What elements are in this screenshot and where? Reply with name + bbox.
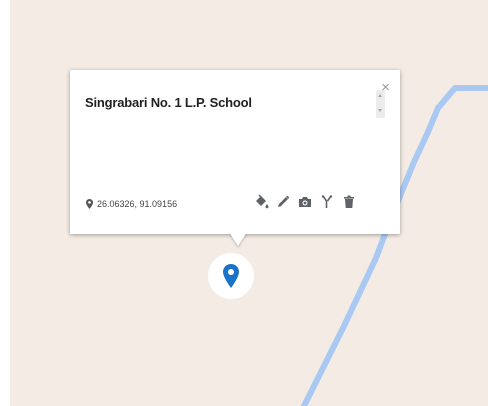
directions-icon[interactable] — [318, 193, 336, 211]
place-title: Singrabari No. 1 L.P. School — [85, 95, 252, 110]
map-marker[interactable] — [208, 253, 254, 299]
location-pin-icon — [86, 199, 93, 209]
trash-icon[interactable] — [340, 193, 358, 211]
place-info-card: Singrabari No. 1 L.P. School × 26.06326,… — [70, 70, 400, 246]
coordinates: 26.06326, 91.09156 — [86, 199, 177, 209]
camera-icon[interactable] — [296, 193, 314, 211]
close-icon[interactable]: × — [381, 80, 390, 95]
pencil-icon[interactable] — [274, 193, 292, 211]
card-actions — [252, 193, 362, 211]
scroll-down-arrow-icon[interactable] — [378, 109, 382, 112]
map-canvas[interactable]: Singrabari No. 1 L.P. School × 26.06326,… — [10, 0, 488, 406]
card-pointer — [229, 232, 247, 246]
paint-bucket-icon[interactable] — [252, 193, 270, 211]
map-marker-icon — [223, 264, 239, 288]
coordinates-text: 26.06326, 91.09156 — [97, 199, 178, 209]
